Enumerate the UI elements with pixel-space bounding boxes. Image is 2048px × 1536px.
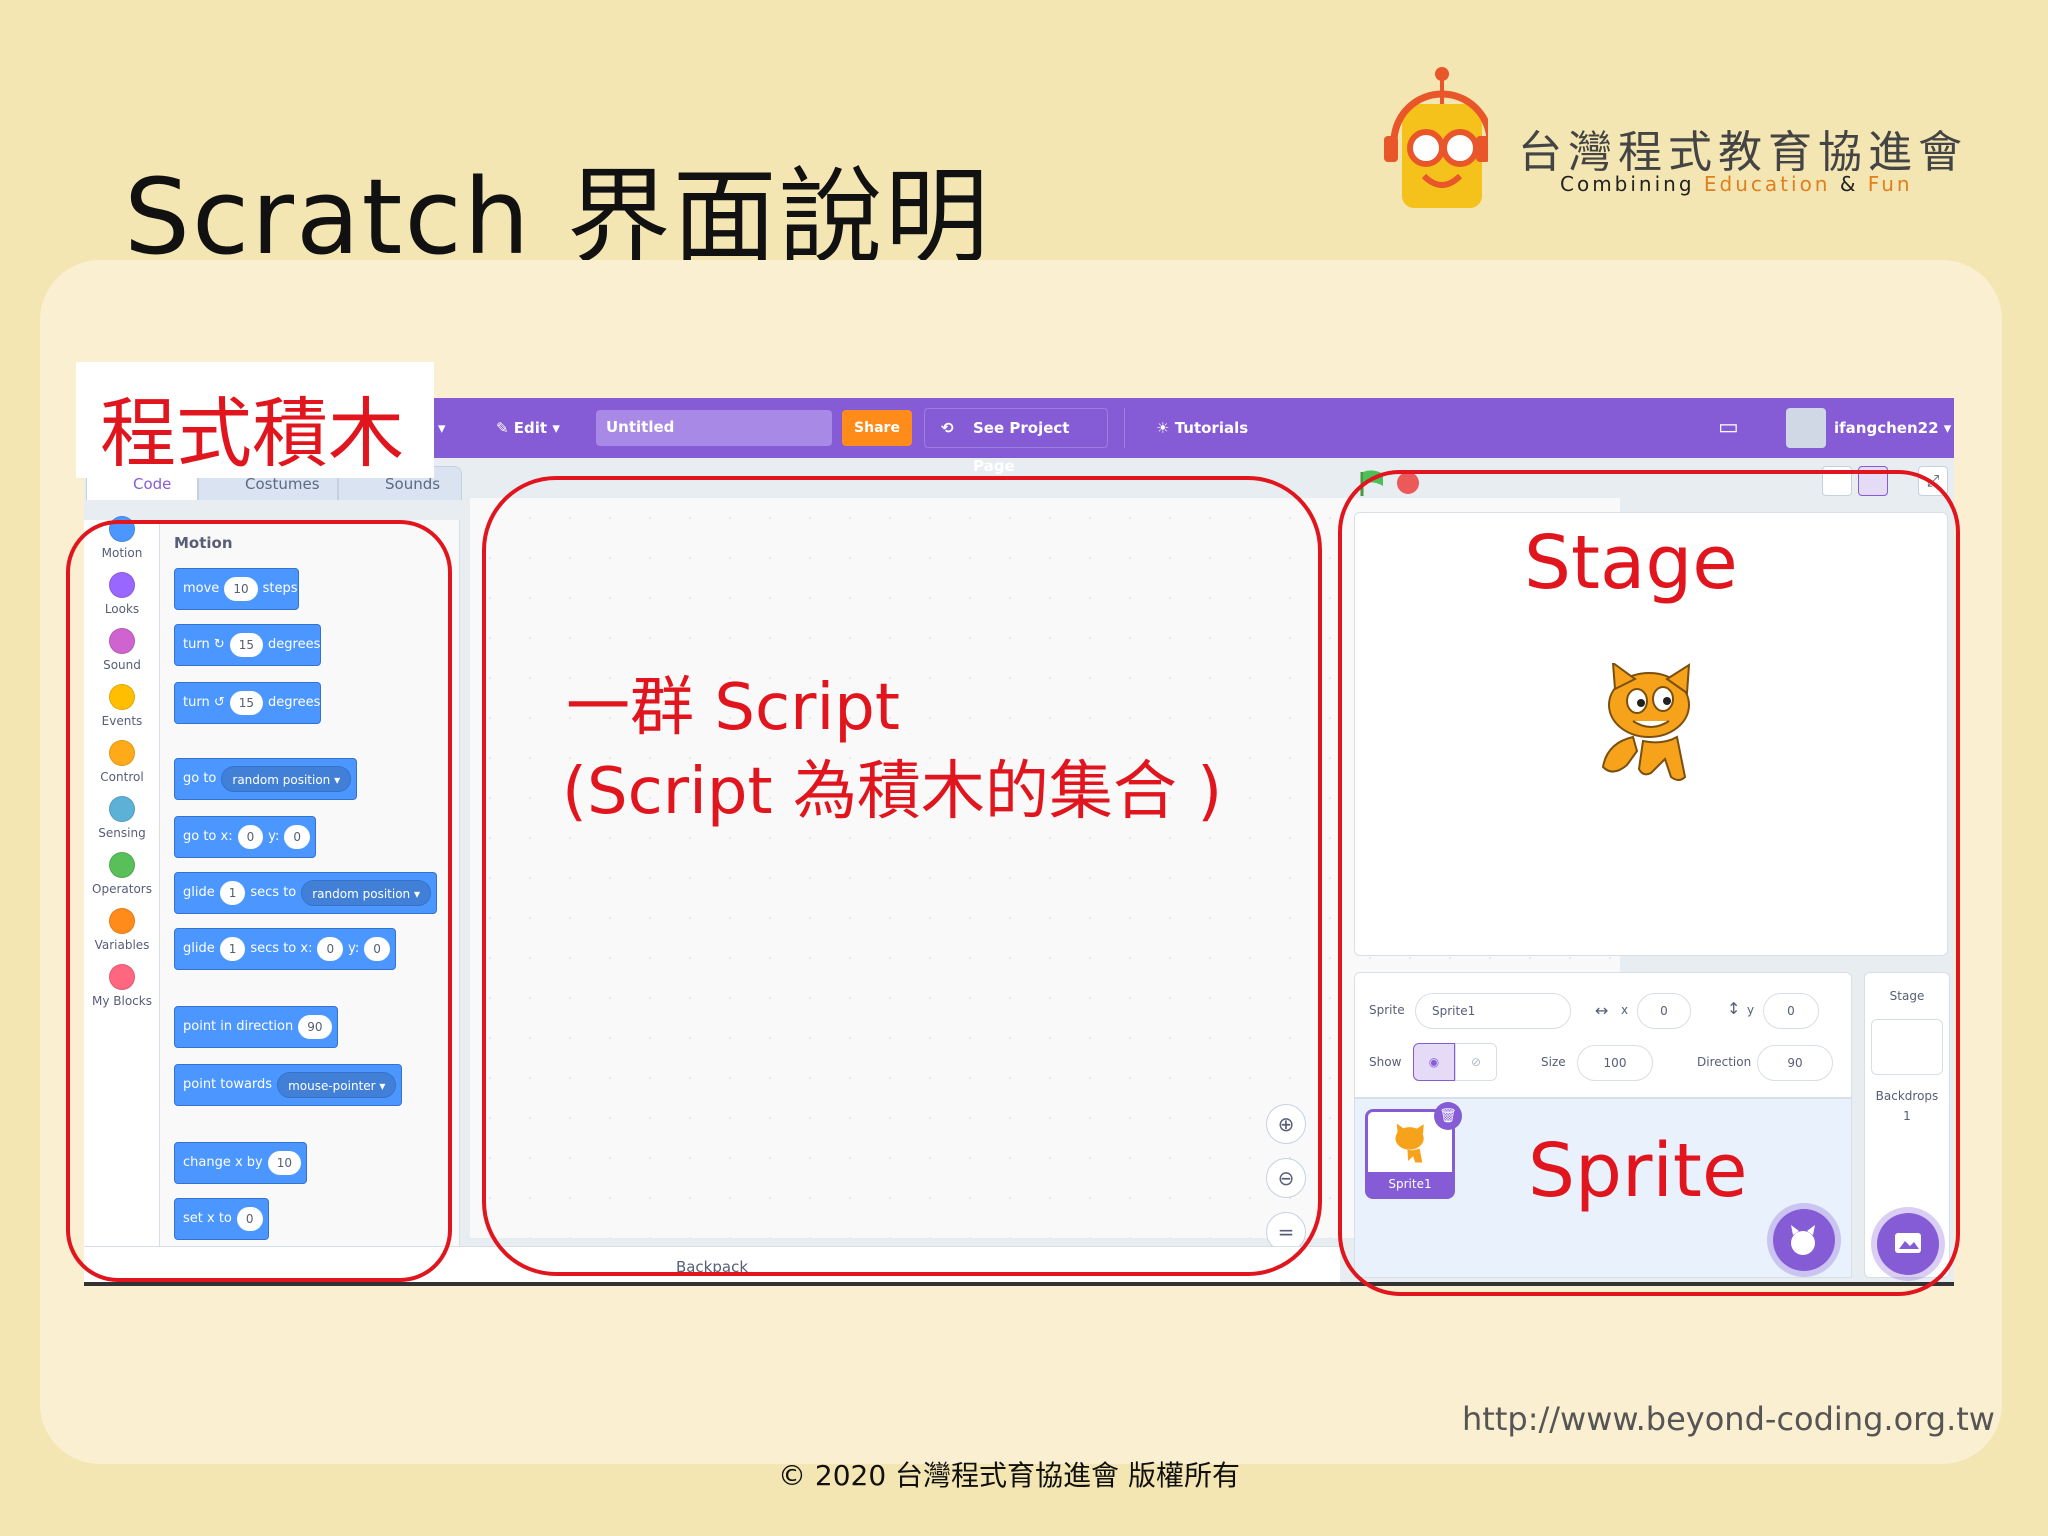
- org-tagline: Combining Education & Fun: [1560, 172, 1913, 196]
- my-stuff-folder-icon[interactable]: ▭: [1718, 398, 1739, 458]
- edit-menu[interactable]: ✎ Edit ▾: [496, 398, 560, 458]
- remix-icon: ⟲: [941, 419, 954, 437]
- share-button[interactable]: Share: [842, 410, 912, 446]
- menu-divider: [1124, 408, 1125, 448]
- sprite-annotation-label: Sprite: [1528, 1128, 1748, 1214]
- project-title-input[interactable]: Untitled: [596, 410, 832, 446]
- see-project-page-button[interactable]: ⟲ See Project Page: [924, 408, 1108, 475]
- website-url: http://www.beyond-coding.org.tw: [1462, 1400, 1995, 1438]
- blocks-annotation-box: [66, 520, 452, 1282]
- org-logo: 台灣程式教育協進會 Combining Education & Fun: [1378, 64, 1962, 224]
- copyright-notice: © 2020 台灣程式育協進會 版權所有: [778, 1459, 1240, 1492]
- stage-annotation-label: Stage: [1524, 520, 1738, 606]
- avatar[interactable]: [1786, 408, 1826, 448]
- script-annotation-line2: (Script 為積木的集合 ): [562, 755, 1223, 829]
- script-annotation-line1: 一群 Script: [566, 671, 900, 745]
- robot-mascot-icon: [1384, 67, 1488, 208]
- lightbulb-icon: ☀: [1156, 419, 1170, 437]
- menu-dropdown-caret[interactable]: ▾: [438, 398, 446, 458]
- org-name: 台灣程式教育協進會: [1518, 127, 1968, 178]
- tutorials-menu[interactable]: ☀ Tutorials: [1156, 398, 1248, 458]
- account-menu[interactable]: ifangchen22 ▾: [1834, 398, 1951, 458]
- blocks-annotation-label: 程式積木: [100, 389, 404, 478]
- script-annotation-box: [482, 476, 1322, 1276]
